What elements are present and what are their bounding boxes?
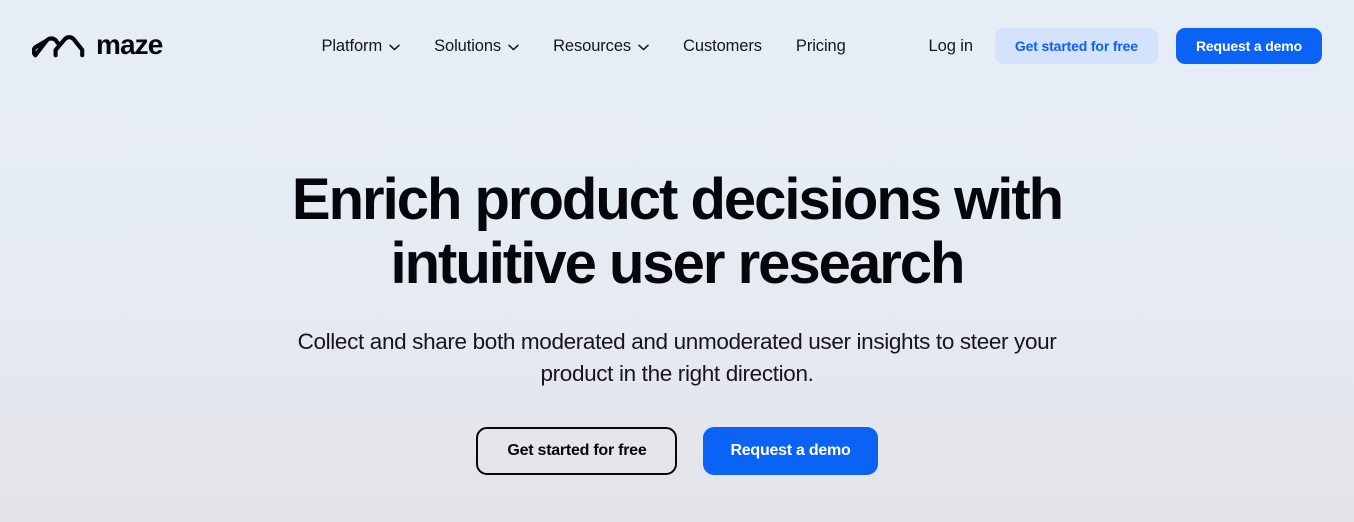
hero-heading-line-2: intuitive user research bbox=[390, 231, 966, 297]
hero-heading: Enrich product decisions with intuitive … bbox=[277, 167, 1077, 297]
hero-request-demo-button[interactable]: Request a demo bbox=[703, 427, 878, 475]
chevron-down-icon bbox=[638, 42, 649, 51]
nav-actions: Log in Get started for free Request a de… bbox=[915, 28, 1322, 64]
nav-item-label: Pricing bbox=[795, 36, 846, 55]
primary-nav-links: Platform Solutions Resources Customers P… bbox=[304, 29, 862, 64]
brand-wordmark: maze bbox=[96, 29, 163, 60]
hero-get-started-button[interactable]: Get started for free bbox=[476, 427, 678, 475]
maze-arches-logo-icon bbox=[32, 32, 85, 59]
nav-item-resources[interactable]: Resources bbox=[536, 29, 666, 64]
nav-item-solutions[interactable]: Solutions bbox=[417, 29, 536, 64]
nav-item-label: Platform bbox=[321, 36, 383, 55]
hero-subtitle: Collect and share both moderated and unm… bbox=[297, 328, 1057, 387]
nav-item-pricing[interactable]: Pricing bbox=[779, 29, 863, 64]
login-link[interactable]: Log in bbox=[915, 29, 987, 64]
nav-item-label: Customers bbox=[683, 36, 762, 55]
nav-item-label: Solutions bbox=[434, 36, 502, 55]
maze-logo-link[interactable]: maze bbox=[32, 29, 163, 60]
chevron-down-icon bbox=[508, 42, 519, 51]
nav-get-started-button[interactable]: Get started for free bbox=[994, 28, 1158, 64]
nav-item-label: Resources bbox=[553, 36, 632, 55]
hero-section: Enrich product decisions with intuitive … bbox=[0, 92, 1354, 475]
nav-request-demo-button[interactable]: Request a demo bbox=[1175, 28, 1322, 64]
chevron-down-icon bbox=[389, 42, 400, 51]
landing-page: maze Platform Solutions Resources Custom… bbox=[0, 0, 1354, 522]
hero-cta-group: Get started for free Request a demo bbox=[40, 427, 1314, 475]
hero-heading-line-1: Enrich product decisions with bbox=[291, 167, 1064, 232]
nav-item-customers[interactable]: Customers bbox=[666, 29, 779, 64]
top-navigation-bar: maze Platform Solutions Resources Custom… bbox=[0, 0, 1354, 92]
nav-item-platform[interactable]: Platform bbox=[304, 29, 417, 64]
